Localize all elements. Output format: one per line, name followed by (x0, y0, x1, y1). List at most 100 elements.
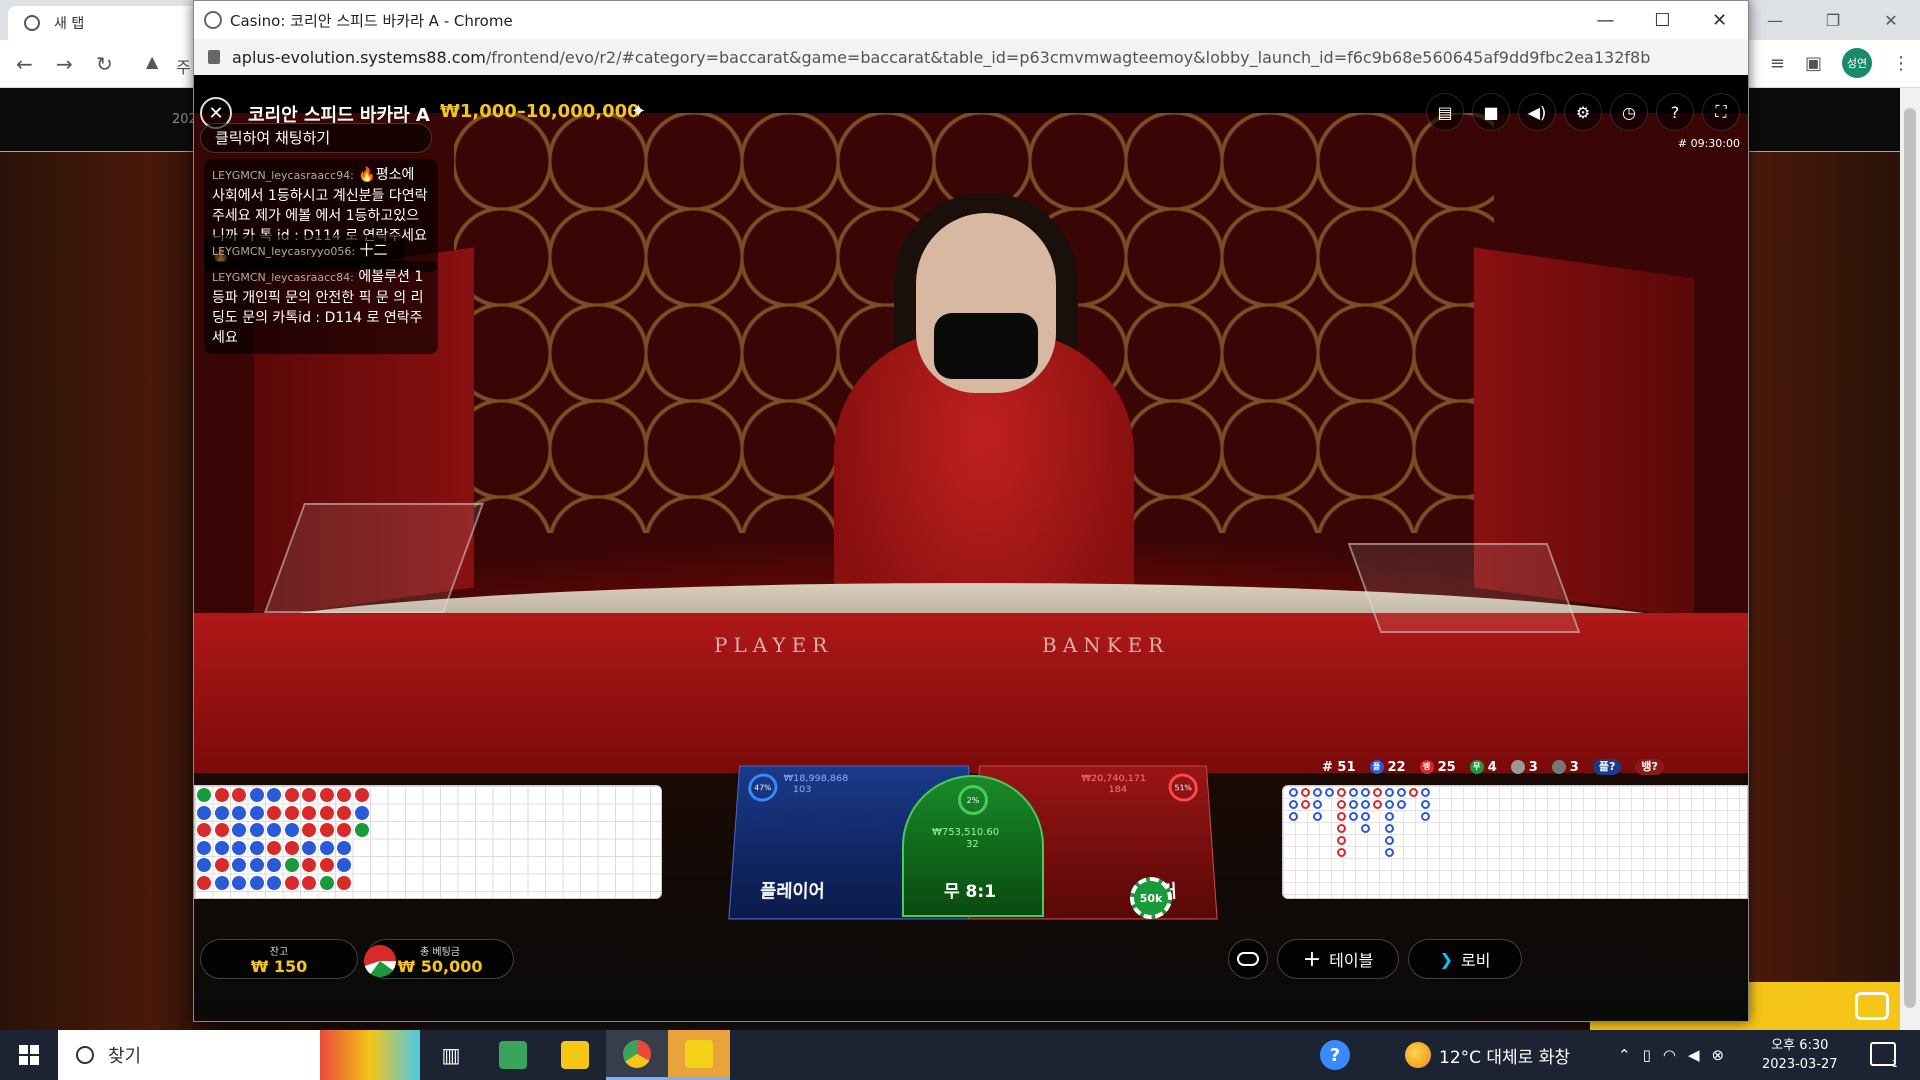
bead-road-cell (337, 823, 351, 837)
minimize-icon[interactable]: — (1746, 0, 1804, 40)
bg-new-tab[interactable]: 새 탭 (8, 6, 198, 40)
back-icon[interactable]: ← (16, 52, 33, 76)
tray-device-icon[interactable]: ▯ (1643, 1046, 1651, 1064)
reload-icon[interactable]: ↻ (96, 52, 113, 76)
bead-road-cell (232, 805, 246, 820)
plus-icon: + (1302, 946, 1322, 972)
popup-titlebar: Casino: 코리안 스피드 바카라 A - Chrome — ☐ ✕ (194, 1, 1748, 39)
notification-icon[interactable]: 1 (1870, 1042, 1898, 1070)
lobby-button[interactable]: ❯ 로비 (1408, 939, 1522, 979)
big-road-cell (1421, 788, 1430, 797)
lobby-label: 로비 (1460, 951, 1491, 970)
windows-icon (19, 1045, 39, 1065)
history-icon[interactable]: ◷ (1610, 93, 1648, 131)
bg-scrollbar[interactable] (1900, 88, 1920, 1030)
big-road-cell (1421, 812, 1430, 821)
sound-icon[interactable]: ◀) (1518, 93, 1556, 131)
bet-limits[interactable]: ₩1,000–10,000,000 (440, 101, 640, 122)
game-area: PLAYER BANKER ✕ 코리안 스피드 바카라 A ₩1,000–10,… (194, 75, 1748, 1021)
chat-message: LEYGMCN_leycasraacc84: 에볼루션 1등파 개인픽 문의 안… (204, 261, 438, 354)
player-pair-stat: 3 (1510, 760, 1538, 775)
player-bet-amount: ₩18,998,868 (783, 773, 849, 784)
big-road-cell (1385, 800, 1394, 809)
bead-road-cell (249, 875, 264, 890)
big-road-cell (1373, 788, 1382, 797)
chat-icon[interactable]: ▤ (1426, 93, 1464, 131)
support-chat-icon[interactable] (1855, 992, 1889, 1020)
taskbar-app-explorer[interactable] (544, 1030, 606, 1080)
bet-spot-tie[interactable]: 2% ₩753,510.60 32 무 8:1 (902, 775, 1044, 917)
volume-icon[interactable]: ◀ (1688, 1046, 1700, 1064)
warning-icon[interactable]: ▲ (146, 52, 158, 71)
round-time: # 09:30:00 (1677, 137, 1740, 150)
menu-icon[interactable]: ⋮ (1892, 53, 1910, 74)
popup-address-bar[interactable]: aplus-evolution.systems88.com/frontend/e… (194, 39, 1748, 75)
add-table-button[interactable]: + 테이블 (1277, 939, 1399, 979)
wifi-icon[interactable]: ◠ (1663, 1046, 1676, 1064)
placed-chip[interactable]: 50k (1130, 877, 1172, 919)
task-view-button[interactable]: ▥ (420, 1030, 482, 1080)
chat-username: LEYGMCN_leycasryyo056: (212, 245, 356, 258)
system-tray: ⌃ ▯ ◠ ◀ ⊗ (1618, 1030, 1724, 1080)
help-icon[interactable]: ? (1320, 1040, 1350, 1070)
player-predict-button[interactable]: 플? (1592, 759, 1622, 775)
bead-road-cell (319, 840, 334, 855)
big-road-cell (1301, 800, 1310, 809)
big-road-cell (1361, 800, 1370, 809)
tray-expand-icon[interactable]: ⌃ (1618, 1046, 1631, 1064)
taskbar-app-chrome[interactable] (606, 1030, 668, 1080)
settings-icon[interactable]: ⚙ (1564, 93, 1602, 131)
bead-road-cell (267, 858, 281, 872)
sidepanel-icon[interactable]: ▣ (1805, 53, 1822, 74)
avatar[interactable]: 성연 (1842, 48, 1872, 78)
chat-toggle-button[interactable] (1228, 939, 1268, 979)
banker-predict-button[interactable]: 뱅? (1635, 759, 1664, 775)
folder-icon (561, 1041, 589, 1069)
popup-maximize-icon[interactable]: ☐ (1634, 1, 1691, 39)
media-icon[interactable]: ≡ (1770, 53, 1785, 74)
bead-road-cell (302, 805, 316, 820)
big-road-cell (1325, 788, 1334, 797)
table-felt (194, 613, 1748, 773)
bead-road-cell (267, 788, 281, 802)
chrome-icon (623, 1039, 651, 1068)
network-off-icon[interactable]: ⊗ (1711, 1046, 1724, 1064)
maximize-icon[interactable]: ❐ (1804, 0, 1862, 40)
chips-icon (364, 945, 396, 977)
ties-value: 4 (1487, 759, 1497, 775)
task-view-icon: ▥ (441, 1043, 461, 1067)
bead-road-cell (197, 805, 211, 820)
popup-minimize-icon[interactable]: — (1577, 1, 1634, 39)
bead-road-cell (232, 823, 246, 837)
bead-road-cell (302, 788, 316, 802)
big-road-cell (1313, 800, 1322, 809)
video-icon[interactable]: ■ (1472, 93, 1510, 131)
globe-icon (204, 11, 222, 29)
taskbar-search[interactable]: 찾기 (58, 1030, 320, 1080)
taskbar-app-kakaotalk[interactable] (668, 1030, 730, 1080)
balance-display: 잔고 ₩ 150 (200, 939, 358, 979)
popup-close-icon[interactable]: ✕ (1691, 1, 1748, 39)
bg-address-partial[interactable]: 주 (176, 54, 191, 78)
big-road-cell (1385, 824, 1394, 833)
weather-widget[interactable]: 12°C 대체로 화창 (1405, 1030, 1570, 1080)
big-road-cell (1349, 800, 1358, 809)
chat-input[interactable]: 클릭하여 채팅하기 (200, 123, 432, 153)
weather-text: 12°C 대체로 화창 (1439, 1047, 1571, 1068)
taskbar-clock[interactable]: 오후 6:30 2023-03-27 (1762, 1036, 1838, 1074)
favorite-icon[interactable]: ✦ (631, 101, 646, 122)
bead-road-cell (214, 788, 229, 802)
search-highlight-banner[interactable] (320, 1030, 420, 1080)
bead-road-cell (337, 858, 351, 872)
taskbar-app-notepad[interactable] (482, 1030, 544, 1080)
forward-icon[interactable]: → (56, 52, 73, 76)
close-icon[interactable]: ✕ (1862, 0, 1920, 40)
tie-bet-amount: ₩753,510.60 (932, 827, 1000, 838)
start-button[interactable] (0, 1030, 58, 1080)
help-icon[interactable]: ? (1656, 93, 1694, 131)
fullscreen-icon[interactable]: ⛶ (1702, 93, 1740, 131)
big-road-cell (1301, 788, 1310, 797)
bead-road-cell (319, 788, 334, 802)
tie-spot-label: 무 8:1 (944, 882, 997, 902)
bead-road-cell (337, 840, 351, 855)
